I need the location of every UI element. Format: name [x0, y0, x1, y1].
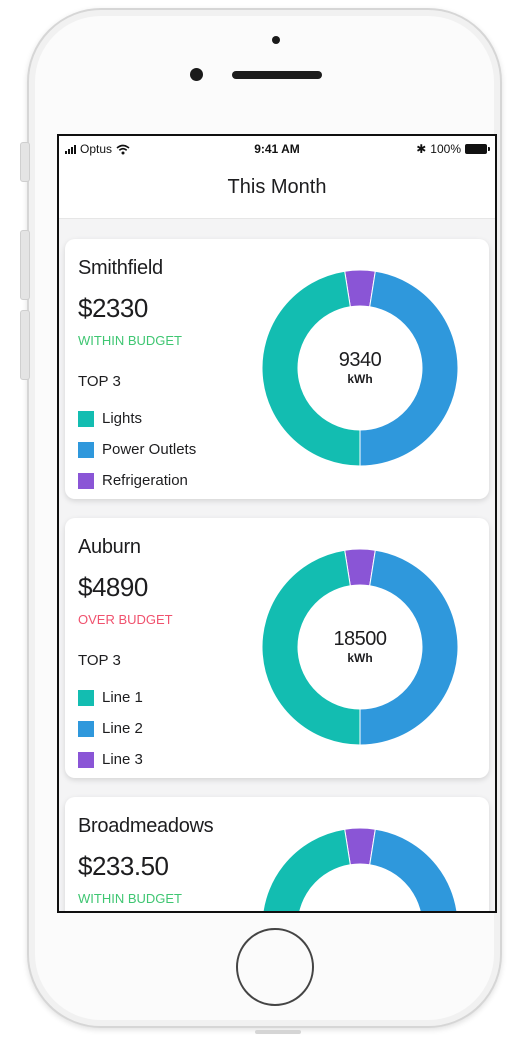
legend-item: Refrigeration: [78, 465, 196, 496]
site-card-smithfield[interactable]: Smithfield $2330 WITHIN BUDGET TOP 3 Lig…: [65, 239, 489, 499]
legend-label: Line 1: [102, 689, 143, 706]
legend: Lights Power Outlets Refrigeration: [78, 403, 196, 496]
legend-swatch: [78, 720, 94, 737]
site-card-broadmeadows[interactable]: Broadmeadows $233.50 WITHIN BUDGET: [65, 797, 489, 911]
status-bar: Optus 9:41 AM ✱ 100%: [59, 136, 495, 162]
legend-swatch: [78, 689, 94, 706]
donut-segment-power: [369, 828, 458, 911]
site-name: Auburn: [78, 536, 141, 558]
legend-swatch: [78, 751, 94, 768]
site-name: Broadmeadows: [78, 815, 214, 837]
legend-swatch: [78, 441, 94, 458]
status-right: ✱ 100%: [416, 142, 490, 156]
donut-segment-power: [359, 270, 459, 467]
site-name: Smithfield: [78, 257, 163, 279]
earpiece-speaker: [232, 71, 322, 79]
legend-swatch: [78, 410, 94, 427]
budget-status: WITHIN BUDGET: [78, 891, 182, 906]
legend-item: Line 2: [78, 713, 143, 744]
volume-down-button: [20, 310, 30, 380]
battery-icon: [465, 144, 490, 154]
top3-heading: TOP 3: [78, 652, 121, 669]
usage-donut-chart: [262, 827, 458, 911]
legend-label: Line 2: [102, 720, 143, 737]
proximity-sensor: [272, 36, 280, 44]
front-camera: [190, 68, 203, 81]
legend-item: Line 1: [78, 682, 143, 713]
battery-percent: 100%: [430, 142, 461, 156]
cost-amount: $4890: [78, 572, 148, 602]
legend-swatch: [78, 472, 94, 489]
legend-label: Refrigeration: [102, 472, 188, 489]
legend-item: Line 3: [78, 744, 143, 775]
usage-donut-chart: [261, 269, 459, 467]
home-button[interactable]: [236, 928, 314, 1006]
legend-item: Lights: [78, 403, 196, 434]
donut-segment-power: [359, 549, 459, 746]
legend: Line 1 Line 2 Line 3: [78, 682, 143, 775]
usage-donut-chart: [261, 548, 459, 746]
top3-heading: TOP 3: [78, 373, 121, 390]
phone-screen: Optus 9:41 AM ✱ 100% This Month Smithfie…: [57, 134, 497, 913]
nav-bar: This Month: [59, 162, 495, 219]
volume-up-button: [20, 230, 30, 300]
page-title: This Month: [227, 176, 327, 198]
budget-status: WITHIN BUDGET: [78, 333, 182, 348]
donut-segment-lights: [261, 270, 361, 467]
cost-amount: $2330: [78, 293, 148, 323]
bluetooth-icon: ✱: [416, 142, 427, 156]
legend-label: Power Outlets: [102, 441, 197, 458]
site-card-auburn[interactable]: Auburn $4890 OVER BUDGET TOP 3 Line 1 Li…: [65, 518, 489, 778]
budget-status: OVER BUDGET: [78, 612, 173, 627]
mute-switch: [20, 142, 30, 182]
donut-segment-lights: [261, 549, 361, 746]
legend-item: Power Outlets: [78, 434, 196, 465]
donut-segment-lights: [262, 828, 351, 911]
phone-bottom-edge: [255, 1030, 301, 1034]
legend-label: Lights: [102, 410, 143, 427]
legend-label: Line 3: [102, 751, 143, 768]
cost-amount: $233.50: [78, 851, 169, 881]
